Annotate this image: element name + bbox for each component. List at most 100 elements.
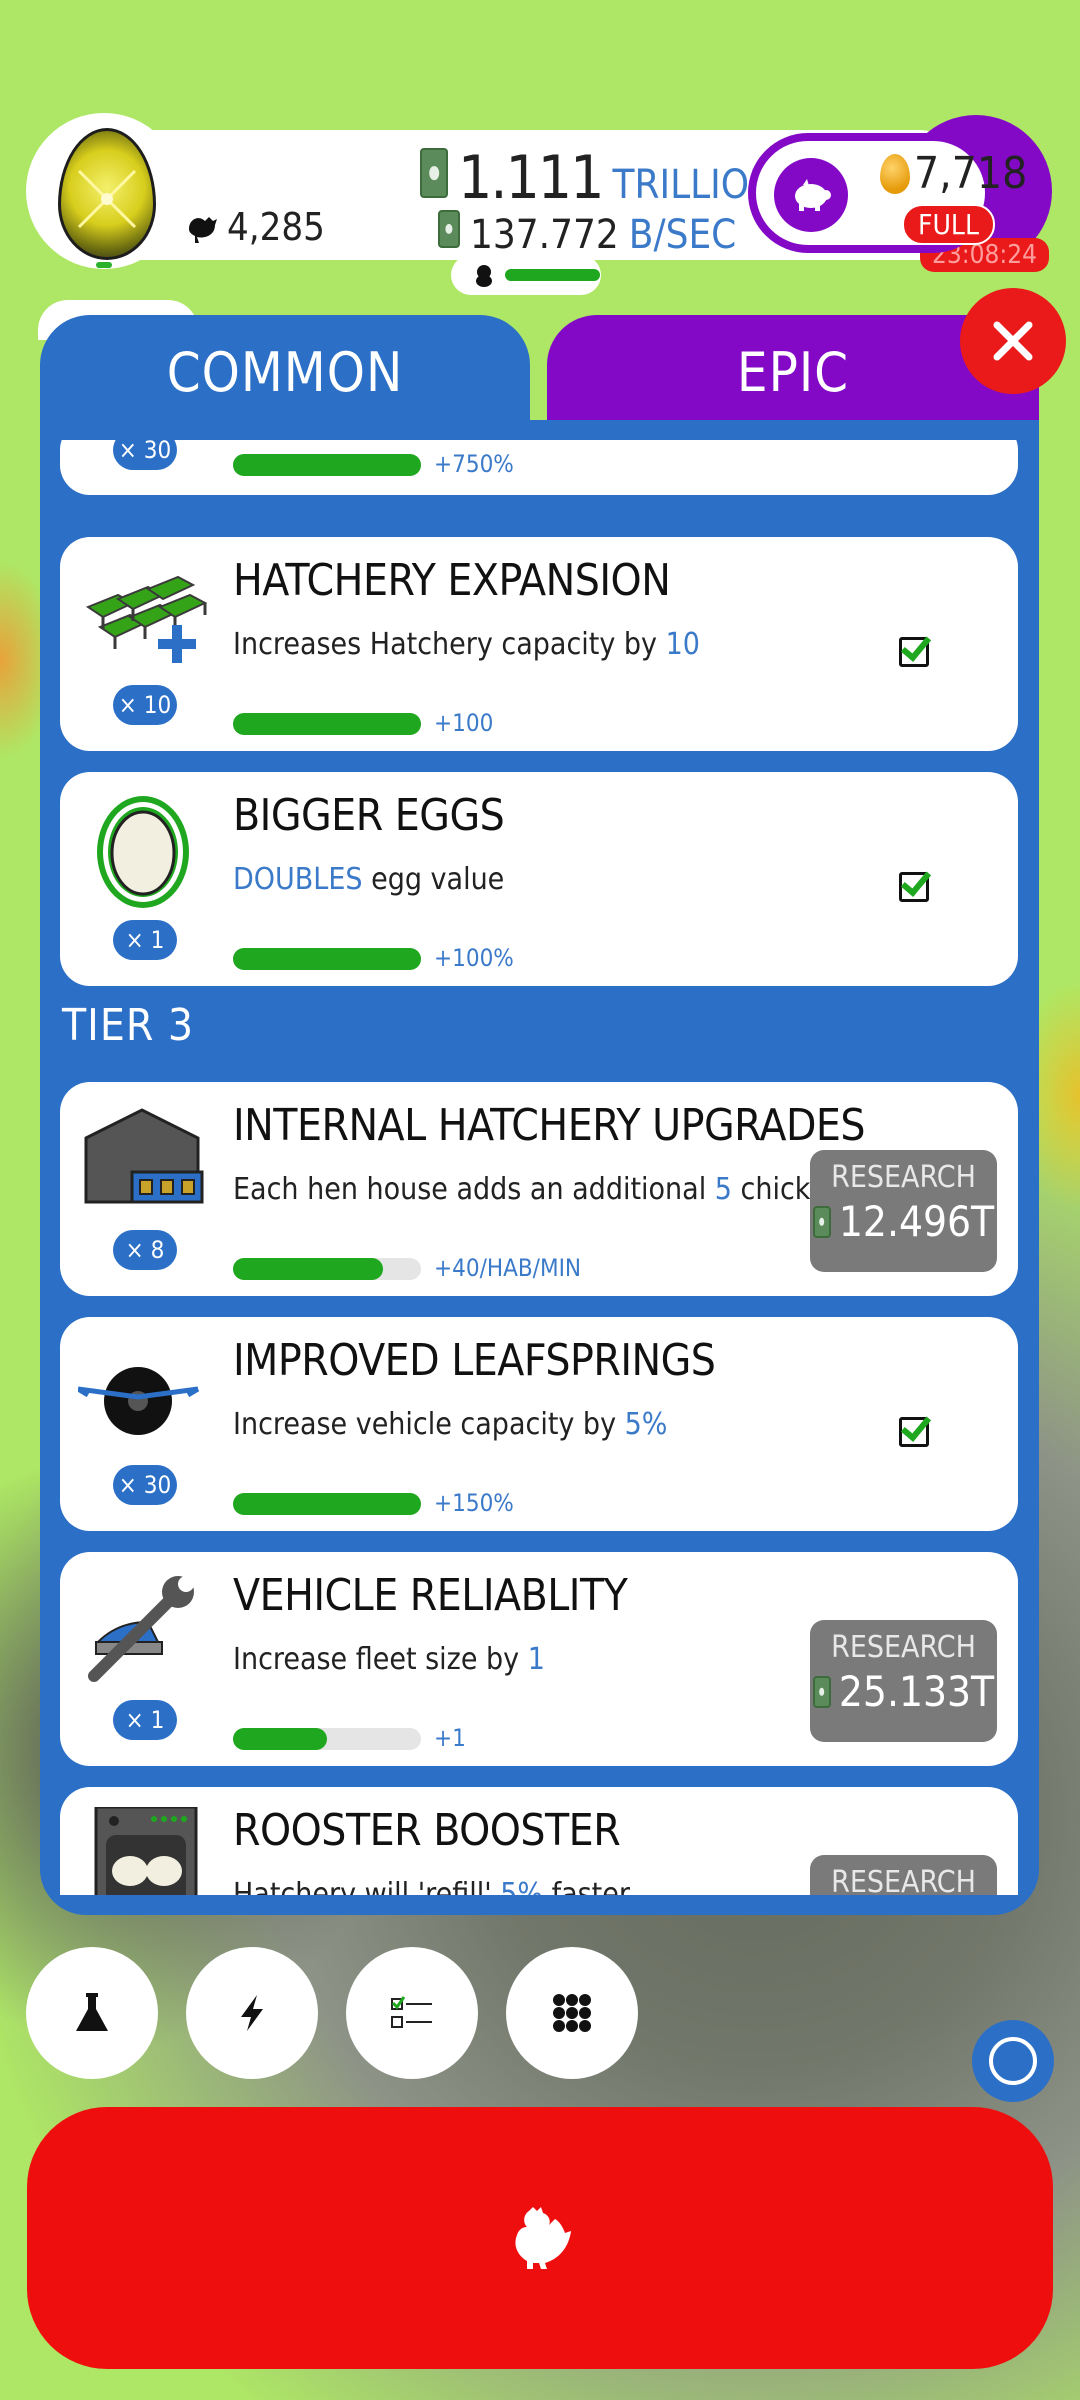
progress-fill — [233, 454, 421, 476]
hab-capacity-bar — [505, 269, 600, 281]
research-title: VEHICLE RELIABLITY — [233, 1570, 628, 1621]
hab-capacity-indicator — [451, 255, 601, 295]
progress-label: +100 — [434, 709, 494, 737]
research-cost-value: 12.496T — [838, 1197, 995, 1246]
rate-unit: B/SEC — [628, 212, 737, 258]
cash-icon — [812, 1675, 831, 1708]
research-cost: 25.133T — [810, 1667, 997, 1716]
progress-bar — [233, 713, 421, 735]
progress-label: +100% — [434, 944, 514, 972]
level-badge: × 10 — [113, 685, 177, 725]
progress-bar — [233, 1258, 421, 1280]
wheel-icon — [76, 1337, 208, 1457]
progress-label: +150% — [434, 1489, 514, 1517]
progress-label: +750% — [434, 450, 514, 478]
research-button[interactable]: RESEARCH 12.496T — [810, 1150, 997, 1272]
level-badge: × 30 — [113, 440, 177, 470]
research-cost: 12.496T — [810, 1197, 997, 1246]
money-value: 1.111 — [458, 143, 604, 213]
tier-heading: TIER 3 — [62, 1000, 195, 1051]
research-card-improved-leafsprings: IMPROVED LEAFSPRINGS Increase vehicle ca… — [60, 1317, 1018, 1531]
research-menu-button[interactable] — [26, 1947, 158, 2079]
research-card-hatchery-expansion: HATCHERY EXPANSION Increases Hatchery ca… — [60, 537, 1018, 751]
research-title: INTERNAL HATCHERY UPGRADES — [233, 1100, 866, 1151]
flask-icon — [76, 1993, 108, 2031]
research-title: ROOSTER BOOSTER — [233, 1805, 621, 1856]
research-description: Increases Hatchery capacity by 10 — [233, 627, 700, 662]
research-description: Increase fleet size by 1 — [233, 1642, 545, 1677]
completed-checkmark-icon — [899, 637, 929, 667]
completed-checkmark-icon — [899, 1417, 929, 1447]
chick-icon — [476, 265, 492, 287]
lightning-icon — [241, 1995, 263, 2031]
progress-fill — [233, 1258, 384, 1280]
cash-icon — [438, 210, 460, 248]
level-badge: × 30 — [113, 1465, 177, 1505]
tab-common[interactable]: COMMON — [40, 315, 530, 430]
golden-egg-count: 7,718 — [880, 148, 1027, 199]
piggy-full-badge: FULL — [902, 204, 995, 245]
rate-value: 137.772 — [470, 212, 619, 258]
menu-button[interactable] — [506, 1947, 638, 2079]
current-egg-icon[interactable] — [58, 128, 156, 260]
close-icon — [993, 321, 1033, 361]
research-cost-value: 25.133T — [838, 1667, 995, 1716]
rooster-booster-icon — [78, 1805, 208, 1895]
chicken-count: 4,285 — [185, 205, 325, 249]
earning-rate: 137.772 B/SEC — [438, 210, 736, 258]
research-list[interactable]: × 30 +750% HATCHERY EXPANSION Increases … — [40, 440, 1039, 1895]
grid-icon — [553, 1994, 591, 2032]
chicken-icon — [189, 217, 217, 243]
research-title: IMPROVED LEAFSPRINGS — [233, 1335, 716, 1386]
research-card-partial: × 30 +750% — [60, 440, 1018, 495]
research-button-label: RESEARCH — [831, 1630, 976, 1665]
piggy-bank-icon[interactable] — [774, 158, 848, 232]
money-total: 1.111 TRILLION — [420, 143, 776, 213]
research-card-bigger-eggs: BIGGER EGGS DOUBLES egg value × 1 +100% — [60, 772, 1018, 986]
chicken-count-value: 4,285 — [227, 205, 325, 249]
hen-house-icon — [78, 1102, 208, 1222]
chicken-icon — [515, 2207, 571, 2269]
research-button[interactable]: RESEARCH 25.133T — [810, 1620, 997, 1742]
egg-icon — [78, 792, 208, 912]
progress-fill — [233, 713, 421, 735]
golden-egg-icon — [880, 153, 910, 194]
egg-indicator — [96, 262, 112, 268]
progress-label: +1 — [434, 1724, 466, 1752]
progress-fill — [233, 1728, 327, 1750]
level-badge: × 1 — [113, 920, 177, 960]
completed-checkmark-icon — [899, 872, 929, 902]
progress-bar — [233, 948, 421, 970]
wrench-icon — [78, 1572, 208, 1692]
research-card-rooster-booster: ROOSTER BOOSTER Hatchery will 'refill' 5… — [60, 1787, 1018, 1895]
progress-fill — [233, 1493, 421, 1515]
level-badge: × 8 — [113, 1230, 177, 1270]
research-description: Increase vehicle capacity by 5% — [233, 1407, 668, 1442]
close-button[interactable] — [960, 288, 1066, 394]
progress-bar — [233, 1728, 421, 1750]
research-panel: × 30 +750% HATCHERY EXPANSION Increases … — [40, 420, 1039, 1915]
research-description: DOUBLES egg value — [233, 862, 505, 897]
camera-toggle-button[interactable] — [972, 2020, 1054, 2102]
level-badge: × 1 — [113, 1700, 177, 1740]
hatchery-expansion-icon — [78, 557, 208, 677]
cash-icon — [420, 148, 448, 198]
boosts-button[interactable] — [186, 1947, 318, 2079]
research-card-internal-hatchery-upgrades: INTERNAL HATCHERY UPGRADES Each hen hous… — [60, 1082, 1018, 1296]
research-card-vehicle-reliability: VEHICLE RELIABLITY Increase fleet size b… — [60, 1552, 1018, 1766]
hatch-chicken-button[interactable] — [27, 2107, 1053, 2369]
progress-bar — [233, 454, 421, 476]
research-button-label: RESEARCH — [831, 1865, 976, 1895]
research-title: HATCHERY EXPANSION — [233, 555, 671, 606]
research-button[interactable]: RESEARCH — [810, 1855, 997, 1895]
cash-icon — [812, 1205, 831, 1238]
research-button-label: RESEARCH — [831, 1160, 976, 1195]
research-description: Hatchery will 'refill' 5% faster — [233, 1877, 630, 1895]
golden-egg-value: 7,718 — [914, 148, 1028, 199]
research-title: BIGGER EGGS — [233, 790, 505, 841]
progress-label: +40/HAB/MIN — [434, 1254, 582, 1282]
checklist-icon — [391, 1996, 432, 2028]
progress-bar — [233, 1493, 421, 1515]
missions-button[interactable] — [346, 1947, 478, 2079]
progress-fill — [233, 948, 421, 970]
